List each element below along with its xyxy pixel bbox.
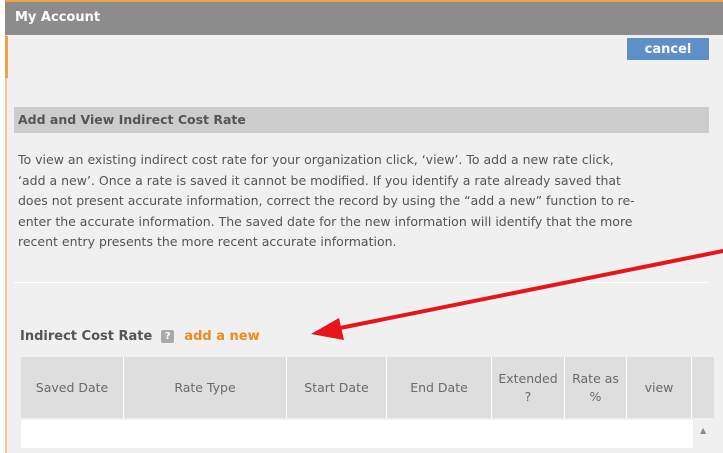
question-icon[interactable]: ?: [161, 329, 175, 343]
column-header-rate-percent[interactable]: Rate as %: [565, 357, 627, 418]
table-scrollbar[interactable]: ▲: [694, 420, 714, 453]
indirect-cost-rate-title: Indirect Cost Rate: [20, 328, 153, 344]
indirect-cost-rate-heading: Indirect Cost Rate ? add a new: [20, 327, 260, 345]
paragraph-line: enter the accurate information. The save…: [18, 213, 633, 229]
header-line: ?: [524, 388, 532, 404]
paragraph-line: recent entry presents the more recent ac…: [18, 234, 397, 249]
section-header: Add and View Indirect Cost Rate: [14, 107, 709, 133]
header-line: Extended: [498, 370, 558, 386]
section-title: Add and View Indirect Cost Rate: [18, 112, 246, 127]
add-new-link[interactable]: add a new: [184, 329, 259, 344]
header-line: %: [589, 388, 602, 404]
scroll-up-icon[interactable]: ▲: [700, 426, 706, 435]
header-line: Saved Date: [35, 379, 109, 395]
column-header-rate-type[interactable]: Rate Type: [124, 357, 287, 418]
column-header-start-date[interactable]: Start Date: [287, 357, 387, 418]
window-title: My Account: [15, 10, 101, 25]
cancel-button[interactable]: cancel: [627, 38, 709, 60]
table-body: [21, 420, 693, 448]
column-header-extended[interactable]: Extended ?: [492, 357, 565, 418]
header-line: End Date: [410, 379, 468, 395]
paragraph-line: ‘add a new’. Once a rate is saved it can…: [18, 172, 621, 188]
column-header-saved-date[interactable]: Saved Date: [21, 357, 124, 418]
column-header-view[interactable]: view: [627, 357, 692, 418]
column-header-end-date[interactable]: End Date: [387, 357, 492, 418]
divider: [14, 282, 709, 283]
header-line: Rate Type: [174, 379, 236, 395]
paragraph-line: does not present accurate information, c…: [18, 193, 635, 208]
paragraph-line: To view an existing indirect cost rate f…: [18, 152, 614, 167]
instructions-paragraph: To view an existing indirect cost rate f…: [18, 150, 710, 253]
table-header: Saved Date Rate Type Start Date End Date…: [21, 357, 714, 418]
header-line: view: [644, 379, 674, 395]
titlebar: My Account: [5, 0, 723, 35]
header-line: Start Date: [304, 379, 369, 395]
header-line: Rate as: [572, 370, 619, 386]
accent-bar: [5, 36, 8, 78]
column-header-spacer: [692, 357, 714, 418]
